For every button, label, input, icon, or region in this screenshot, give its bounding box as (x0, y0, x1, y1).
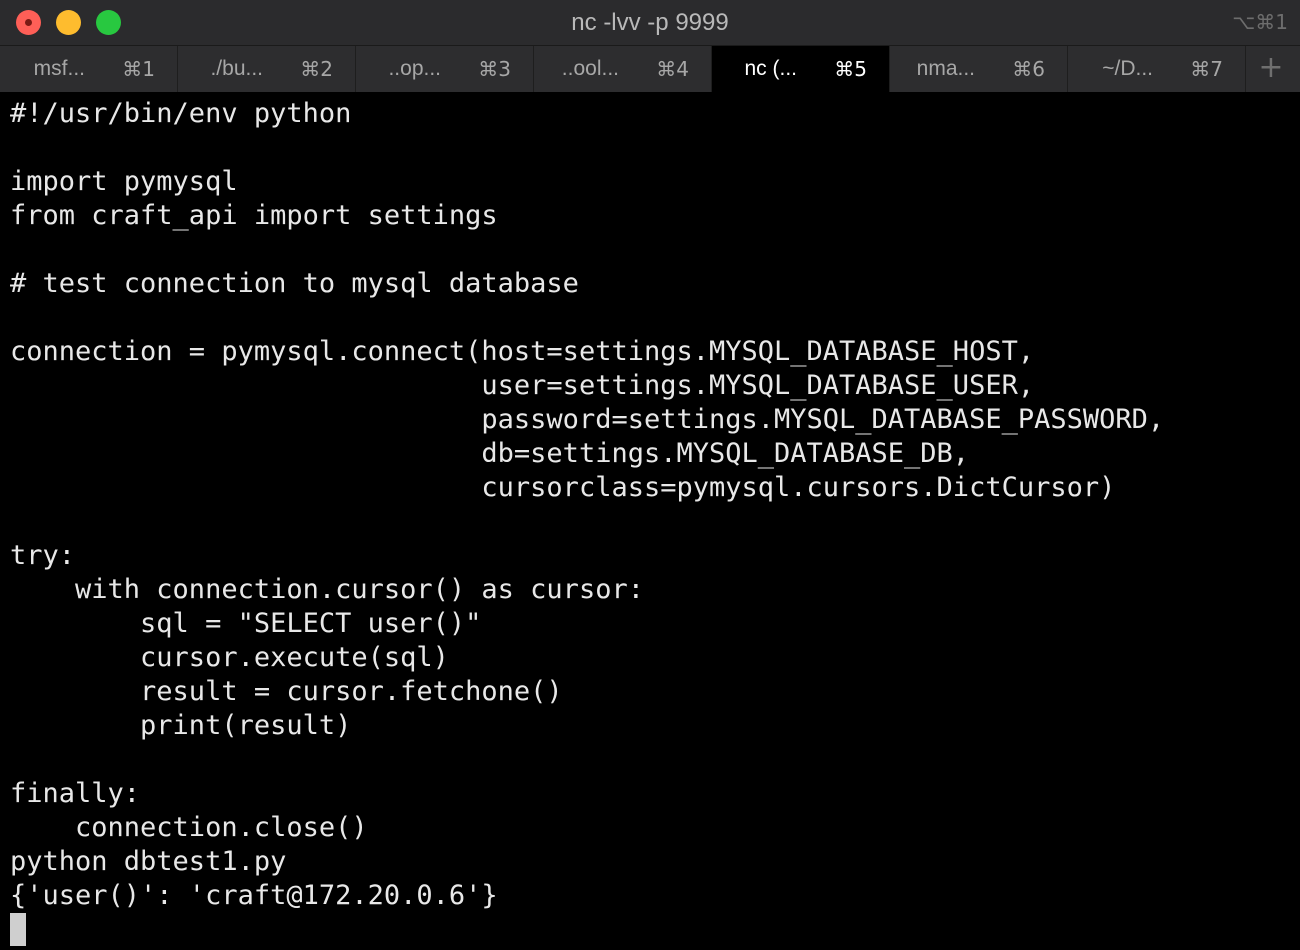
tab-3[interactable]: ..op... ⌘3 (356, 46, 534, 92)
terminal-line: cursor.execute(sql) (10, 642, 449, 673)
window-title: nc -lvv -p 9999 (571, 9, 729, 36)
tab-title: nc (... (744, 57, 797, 80)
tab-2[interactable]: ./bu... ⌘2 (178, 46, 356, 92)
tab-shortcut: ⌘3 (478, 57, 511, 81)
tab-1[interactable]: msf... ⌘1 (0, 46, 178, 92)
terminal-line: connection.close() (10, 812, 368, 843)
tab-bar: msf... ⌘1 ./bu... ⌘2 ..op... ⌘3 ..ool...… (0, 46, 1300, 92)
terminal-line: try: (10, 540, 76, 571)
tab-7[interactable]: ~/D... ⌘7 (1068, 46, 1246, 92)
terminal-line: #!/usr/bin/env python (10, 98, 352, 129)
tab-shortcut: ⌘6 (1012, 57, 1045, 81)
terminal-line: from craft_api import settings (10, 200, 498, 231)
terminal-line: connection = pymysql.connect(host=settin… (10, 336, 1035, 367)
tab-4[interactable]: ..ool... ⌘4 (534, 46, 712, 92)
terminal-line: finally: (10, 778, 141, 809)
tab-title: ..op... (388, 57, 441, 80)
terminal-line: result = cursor.fetchone() (10, 676, 563, 707)
new-tab-button[interactable]: + (1246, 46, 1296, 92)
window-shortcut: ⌥⌘1 (1232, 10, 1288, 34)
tab-title: msf... (33, 57, 85, 80)
terminal-line: {'user()': 'craft@172.20.0.6'} (10, 880, 498, 911)
terminal-line: print(result) (10, 710, 352, 741)
terminal-output[interactable]: #!/usr/bin/env python import pymysql fro… (0, 92, 1300, 950)
terminal-line: password=settings.MYSQL_DATABASE_PASSWOR… (10, 404, 1165, 435)
terminal-line: user=settings.MYSQL_DATABASE_USER, (10, 370, 1035, 401)
tab-title: ./bu... (210, 57, 263, 80)
terminal-line: cursorclass=pymysql.cursors.DictCursor) (10, 472, 1116, 503)
tab-title: nma... (916, 57, 975, 80)
terminal-line: db=settings.MYSQL_DATABASE_DB, (10, 438, 970, 469)
tab-title: ..ool... (561, 57, 619, 80)
title-bar: nc -lvv -p 9999 ⌥⌘1 (0, 0, 1300, 46)
terminal-window: nc -lvv -p 9999 ⌥⌘1 msf... ⌘1 ./bu... ⌘2… (0, 0, 1300, 950)
text-cursor (10, 913, 26, 946)
tab-shortcut: ⌘5 (834, 57, 867, 81)
terminal-line: python dbtest1.py (10, 846, 287, 877)
tab-5-active[interactable]: nc (... ⌘5 (712, 46, 890, 92)
tab-shortcut: ⌘7 (1190, 57, 1223, 81)
terminal-line: # test connection to mysql database (10, 268, 579, 299)
tab-title: ~/D... (1102, 57, 1153, 80)
terminal-lines: #!/usr/bin/env python import pymysql fro… (10, 97, 1164, 913)
terminal-line: sql = "SELECT user()" (10, 608, 482, 639)
tab-shortcut: ⌘1 (122, 57, 155, 81)
tab-shortcut: ⌘4 (656, 57, 689, 81)
tab-6[interactable]: nma... ⌘6 (890, 46, 1068, 92)
terminal-line: with connection.cursor() as cursor: (10, 574, 644, 605)
tab-shortcut: ⌘2 (300, 57, 333, 81)
terminal-line: import pymysql (10, 166, 238, 197)
